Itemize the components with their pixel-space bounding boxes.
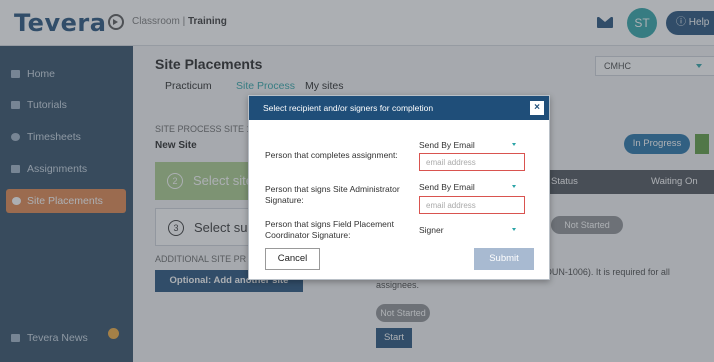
- chevron-down-icon: [512, 185, 516, 188]
- coordinator-method-select[interactable]: Signer: [419, 223, 519, 237]
- completer-method-value: Send By Email: [419, 140, 475, 150]
- close-icon[interactable]: ×: [530, 101, 544, 115]
- cancel-button[interactable]: Cancel: [265, 248, 320, 270]
- coordinator-method-value: Signer: [419, 225, 444, 235]
- completer-label: Person that completes assignment:: [265, 150, 398, 160]
- submit-button[interactable]: Submit: [474, 248, 534, 270]
- modal-title: Select recipient and/or signers for comp…: [249, 96, 549, 120]
- site-admin-signer-label: Person that signs Site Administrator Sig…: [265, 184, 400, 205]
- coordinator-signer-label: Person that signs Field Placement Coordi…: [265, 219, 394, 240]
- site-admin-method-value: Send By Email: [419, 182, 475, 192]
- completer-method-select[interactable]: Send By Email: [419, 138, 519, 152]
- chevron-down-icon: [512, 143, 516, 146]
- completer-email-input[interactable]: [419, 153, 525, 171]
- site-admin-email-input[interactable]: [419, 196, 525, 214]
- site-admin-method-select[interactable]: Send By Email: [419, 180, 519, 194]
- signers-modal: Select recipient and/or signers for comp…: [248, 95, 550, 280]
- chevron-down-icon: [512, 228, 516, 231]
